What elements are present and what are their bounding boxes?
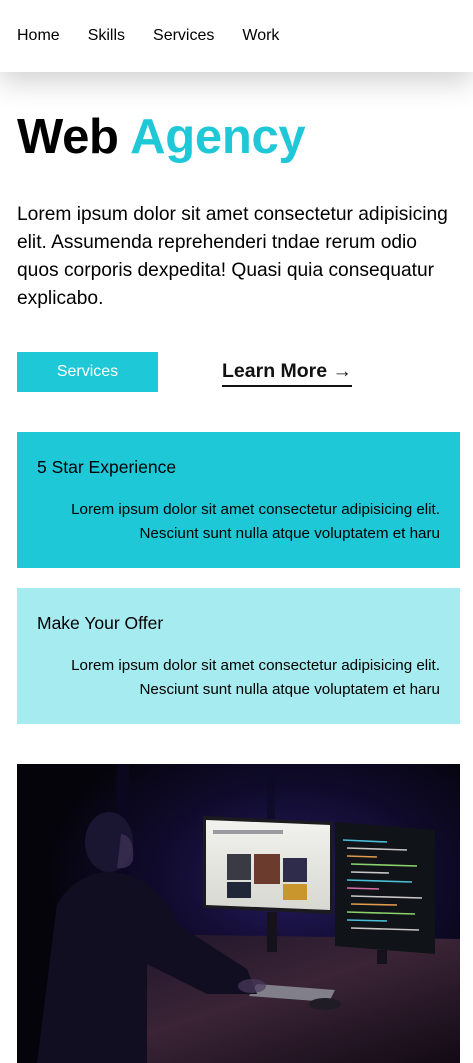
nav-link-skills[interactable]: Skills bbox=[88, 27, 125, 45]
nav-link-work[interactable]: Work bbox=[242, 27, 279, 45]
feature-card-5-star: 5 Star Experience Lorem ipsum dolor sit … bbox=[17, 432, 460, 568]
hero-description: Lorem ipsum dolor sit amet consectetur a… bbox=[17, 204, 448, 309]
feature-card-text-line: Nesciunt sunt nulla atque voluptatem et … bbox=[139, 525, 440, 542]
hero-title-main: Web bbox=[17, 110, 119, 164]
navbar: Home Skills Services Work bbox=[0, 0, 473, 72]
nav-link-home[interactable]: Home bbox=[17, 27, 60, 45]
feature-card-text-line: Lorem ipsum dolor sit amet consectetur a… bbox=[71, 501, 440, 518]
feature-card-text: Lorem ipsum dolor sit amet consectetur a… bbox=[37, 498, 440, 546]
feature-card-text-line: Lorem ipsum dolor sit amet consectetur a… bbox=[71, 657, 440, 674]
feature-card-text: Lorem ipsum dolor sit amet consectetur a… bbox=[37, 654, 440, 702]
feature-card-title: Make Your Offer bbox=[37, 613, 164, 633]
feature-card-title: 5 Star Experience bbox=[37, 457, 177, 477]
services-button[interactable]: Services bbox=[17, 352, 158, 392]
hero-title: Web Agency bbox=[17, 108, 306, 166]
page: Home Skills Services Work Web Agency Lor… bbox=[0, 0, 473, 1063]
feature-card-text-line: Nesciunt sunt nulla atque voluptatem et … bbox=[139, 681, 440, 698]
nav-link-services[interactable]: Services bbox=[153, 27, 214, 45]
photo-illustration bbox=[17, 764, 460, 1063]
hero-title-accent: Agency bbox=[130, 110, 306, 164]
developer-at-monitors-photo bbox=[17, 764, 460, 1063]
feature-card-offer: Make Your Offer Lorem ipsum dolor sit am… bbox=[17, 588, 460, 724]
learn-more-link[interactable]: Learn More → bbox=[222, 360, 353, 387]
